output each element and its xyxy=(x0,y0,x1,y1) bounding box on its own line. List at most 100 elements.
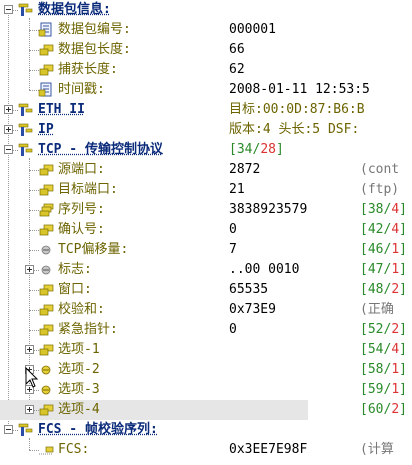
offset-start: 58 xyxy=(367,362,384,377)
offset-start: 54 xyxy=(367,342,384,357)
tree-extra-dest-port: (ftp) xyxy=(360,182,400,197)
expand-toggle-option-4[interactable] xyxy=(25,405,34,414)
tree-value-timestamp: 2008-01-11 12:53:5 xyxy=(229,82,370,97)
tree-label-source-port: 源端口: xyxy=(58,162,105,177)
expand-toggle-eth-ii-header[interactable] xyxy=(4,105,13,114)
packet-tree-view[interactable]: 数据包信息: 数据包编号: 000001 数据包长度: 66 捕获长度: 62 时间戳: 200… xyxy=(0,0,412,463)
tree-value-urgent-pointer: 0 xyxy=(229,322,237,337)
field-icon xyxy=(38,302,54,318)
tree-value-checksum: 0x73E9 xyxy=(229,302,276,317)
tree-label-fcs-header: FCS - 帧校验序列: xyxy=(38,422,158,437)
tree-offset-sequence-number: [38/4] xyxy=(360,202,407,217)
tree-label-tcp-header: TCP - 传输控制协议 xyxy=(38,142,163,157)
tree-label-option-1: 选项-1 xyxy=(58,342,100,357)
tree-row-packet-number[interactable]: 数据包编号: 000001 xyxy=(0,20,412,40)
offset-length: 1 xyxy=(391,382,400,397)
tree-value-ack-number: 0 xyxy=(229,222,237,237)
tree-value-tcp-offset: 7 xyxy=(229,242,237,257)
expand-toggle-flags[interactable] xyxy=(25,265,34,274)
offset-length: 4 xyxy=(391,202,400,217)
tree-label-ack-number: 确认号: xyxy=(58,222,105,237)
field-icon xyxy=(38,182,54,198)
tree-row-option-1[interactable]: 选项-1 [54/4] xyxy=(0,340,412,360)
tree-label-option-4: 选项-4 xyxy=(58,402,100,417)
tree-row-option-3[interactable]: 选项-3 [59/1] xyxy=(0,380,412,400)
tree-offset-tcp-offset: [46/1] xyxy=(360,242,407,257)
expand-toggle-ip-header[interactable] xyxy=(4,125,13,134)
tree-offset-urgent-pointer: [52/2] xyxy=(360,322,407,337)
circle-yellow-icon xyxy=(38,382,54,398)
tree-value-dest-port: 21 xyxy=(229,182,245,197)
offset-start: 38 xyxy=(367,202,384,217)
offset-start: 60 xyxy=(367,402,384,417)
tree-row-source-port[interactable]: 源端口: 2872 (cont xyxy=(0,160,412,180)
tree-row-eth-ii-header[interactable]: ETH II 目标:00:0D:87:B6:B xyxy=(0,100,412,120)
offset-length: 1 xyxy=(391,242,400,257)
offset-start: 46 xyxy=(367,242,384,257)
tree-value-packet-length: 66 xyxy=(229,42,245,57)
tree-value-eth-ii-header: 目标:00:0D:87:B6:B xyxy=(229,102,365,117)
tree-row-packet-length[interactable]: 数据包长度: 66 xyxy=(0,40,412,60)
tree-row-option-4[interactable]: 选项-4 [60/2] xyxy=(0,400,407,420)
tree-label-flags: 标志: xyxy=(58,262,92,277)
tree-label-ip-header: IP xyxy=(38,122,54,137)
tree-label-timestamp: 时间戳: xyxy=(58,82,105,97)
offset-length: 2 xyxy=(391,322,400,337)
offset-length: 2 xyxy=(391,282,400,297)
tree-value-packet-number: 000001 xyxy=(229,22,276,37)
tree-row-tcp-offset[interactable]: TCP偏移量: 7 [46/1] xyxy=(0,240,412,260)
tree-row-flags[interactable]: 标志: ..00 0010 [47/1] xyxy=(0,260,412,280)
dotted-field-icon xyxy=(38,442,54,458)
tree-value-window: 65535 xyxy=(229,282,269,297)
tree-offset-ack-number: [42/4] xyxy=(360,222,407,237)
tree-extra-source-port: (cont xyxy=(360,162,400,177)
circle-yellow-icon xyxy=(38,362,54,378)
tree-row-tcp-header[interactable]: TCP - 传输控制协议 [34/28] xyxy=(0,140,412,160)
tree-label-urgent-pointer: 紧急指针: xyxy=(58,322,118,337)
tree-row-fcs-value[interactable]: FCS: 0x3EE7E98F (计算 xyxy=(0,440,412,460)
tree-offset-flags: [47/1] xyxy=(360,262,407,277)
offset-length: 4 xyxy=(391,222,400,237)
offset-length: 4 xyxy=(391,342,400,357)
collapse-toggle-tcp-header[interactable] xyxy=(4,145,13,154)
tree-row-sequence-number[interactable]: 序列号: 3838923579 [38/4] xyxy=(0,200,412,220)
field-icon xyxy=(38,162,54,178)
tree-row-ack-number[interactable]: 确认号: 0 [42/4] xyxy=(0,220,412,240)
tree-extra-fcs-value: (计算 xyxy=(360,442,394,457)
tree-label-sequence-number: 序列号: xyxy=(58,202,105,217)
tree-row-timestamp[interactable]: 时间戳: 2008-01-11 12:53:5 xyxy=(0,80,412,100)
mouse-cursor-icon xyxy=(25,367,39,388)
tree-row-packet-info-header[interactable]: 数据包信息: xyxy=(0,0,412,20)
offset-start: 34 xyxy=(236,142,253,157)
protocol-header-icon xyxy=(18,142,34,158)
field-icon xyxy=(38,42,54,58)
collapse-toggle-fcs-header[interactable] xyxy=(4,425,13,434)
offset-start: 47 xyxy=(367,262,384,277)
field-icon xyxy=(38,222,54,238)
multi-field-icon xyxy=(38,202,54,218)
expand-toggle-option-1[interactable] xyxy=(25,345,34,354)
tree-row-option-2[interactable]: 选项-2 [58/1] xyxy=(0,360,412,380)
tree-label-fcs-value: FCS: xyxy=(58,442,90,457)
tree-row-window[interactable]: 窗口: 65535 [48/2] xyxy=(0,280,412,300)
tree-value-sequence-number: 3838923579 xyxy=(229,202,308,217)
protocol-header-icon xyxy=(18,422,34,438)
tree-label-window: 窗口: xyxy=(58,282,92,297)
tree-label-checksum: 校验和: xyxy=(58,302,105,317)
protocol-header-icon xyxy=(18,102,34,118)
tree-row-urgent-pointer[interactable]: 紧急指针: 0 [52/2] xyxy=(0,320,412,340)
offset-start: 59 xyxy=(367,382,384,397)
tree-row-ip-header[interactable]: IP 版本:4 头长:5 DSF: xyxy=(0,120,412,140)
offset-length: 28 xyxy=(260,142,276,157)
field-icon xyxy=(38,402,54,418)
collapse-toggle-packet-info-header[interactable] xyxy=(4,5,13,14)
tree-row-capture-length[interactable]: 捕获长度: 62 xyxy=(0,60,412,80)
protocol-header-icon xyxy=(18,2,34,18)
protocol-header-icon xyxy=(18,122,34,138)
tree-row-fcs-header[interactable]: FCS - 帧校验序列: xyxy=(0,420,412,440)
tree-value-fcs-value: 0x3EE7E98F xyxy=(229,442,308,457)
tree-row-dest-port[interactable]: 目标端口: 21 (ftp) xyxy=(0,180,412,200)
offset-start: 52 xyxy=(367,322,384,337)
tree-row-checksum[interactable]: 校验和: 0x73E9 (正确 xyxy=(0,300,412,320)
tree-value-source-port: 2872 xyxy=(229,162,261,177)
